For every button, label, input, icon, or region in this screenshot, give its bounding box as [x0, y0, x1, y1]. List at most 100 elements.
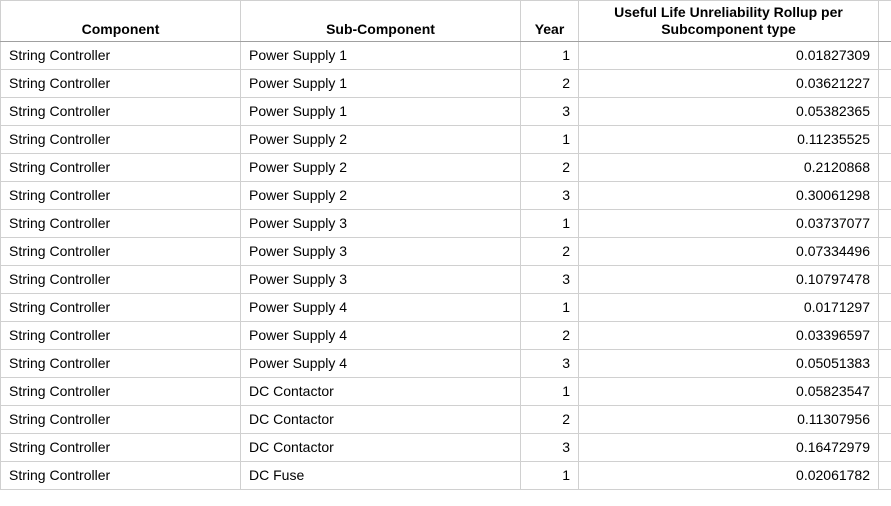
cell-subcomponent: DC Contactor	[241, 405, 521, 433]
table-row: String ControllerPower Supply 130.053823…	[1, 97, 891, 125]
cell-year: 3	[521, 265, 579, 293]
cell-extra	[879, 405, 891, 433]
cell-value: 0.01827309	[579, 41, 879, 69]
table-row: String ControllerDC Fuse10.02061782	[1, 461, 891, 489]
cell-year: 2	[521, 69, 579, 97]
table-row: String ControllerDC Contactor30.16472979	[1, 433, 891, 461]
cell-year: 2	[521, 321, 579, 349]
cell-year: 1	[521, 209, 579, 237]
cell-component: String Controller	[1, 237, 241, 265]
table-row: String ControllerPower Supply 110.018273…	[1, 41, 891, 69]
table-row: String ControllerPower Supply 410.017129…	[1, 293, 891, 321]
cell-value: 0.30061298	[579, 181, 879, 209]
cell-extra	[879, 237, 891, 265]
cell-year: 2	[521, 405, 579, 433]
cell-extra	[879, 209, 891, 237]
cell-component: String Controller	[1, 433, 241, 461]
header-value: Useful Life Unreliability Rollup per Sub…	[579, 1, 879, 42]
cell-year: 3	[521, 349, 579, 377]
cell-value: 0.03621227	[579, 69, 879, 97]
cell-value: 0.05823547	[579, 377, 879, 405]
cell-subcomponent: Power Supply 2	[241, 153, 521, 181]
cell-value: 0.10797478	[579, 265, 879, 293]
table-row: String ControllerPower Supply 430.050513…	[1, 349, 891, 377]
header-subcomponent: Sub-Component	[241, 1, 521, 42]
table-row: String ControllerPower Supply 230.300612…	[1, 181, 891, 209]
cell-extra	[879, 265, 891, 293]
cell-extra	[879, 69, 891, 97]
cell-component: String Controller	[1, 405, 241, 433]
cell-subcomponent: Power Supply 1	[241, 41, 521, 69]
cell-subcomponent: Power Supply 3	[241, 209, 521, 237]
cell-extra	[879, 125, 891, 153]
cell-year: 3	[521, 181, 579, 209]
header-component: Component	[1, 1, 241, 42]
table-row: String ControllerPower Supply 420.033965…	[1, 321, 891, 349]
cell-subcomponent: Power Supply 3	[241, 237, 521, 265]
cell-extra	[879, 293, 891, 321]
cell-value: 0.03396597	[579, 321, 879, 349]
cell-year: 3	[521, 97, 579, 125]
cell-value: 0.03737077	[579, 209, 879, 237]
cell-component: String Controller	[1, 69, 241, 97]
table-header-row: Component Sub-Component Year Useful Life…	[1, 1, 891, 42]
cell-year: 1	[521, 377, 579, 405]
cell-extra	[879, 97, 891, 125]
cell-value: 0.02061782	[579, 461, 879, 489]
cell-value: 0.11307956	[579, 405, 879, 433]
cell-subcomponent: Power Supply 2	[241, 181, 521, 209]
cell-component: String Controller	[1, 209, 241, 237]
table-row: String ControllerDC Contactor10.05823547	[1, 377, 891, 405]
reliability-table: Component Sub-Component Year Useful Life…	[0, 0, 891, 490]
cell-subcomponent: Power Supply 1	[241, 69, 521, 97]
cell-year: 1	[521, 293, 579, 321]
table-row: String ControllerPower Supply 220.212086…	[1, 153, 891, 181]
cell-extra	[879, 433, 891, 461]
cell-year: 2	[521, 237, 579, 265]
cell-component: String Controller	[1, 349, 241, 377]
table-row: String ControllerPower Supply 310.037370…	[1, 209, 891, 237]
cell-subcomponent: DC Contactor	[241, 433, 521, 461]
cell-component: String Controller	[1, 265, 241, 293]
cell-year: 3	[521, 433, 579, 461]
cell-subcomponent: Power Supply 1	[241, 97, 521, 125]
cell-subcomponent: Power Supply 2	[241, 125, 521, 153]
table-row: String ControllerPower Supply 320.073344…	[1, 237, 891, 265]
cell-value: 0.11235525	[579, 125, 879, 153]
header-year: Year	[521, 1, 579, 42]
cell-value: 0.05051383	[579, 349, 879, 377]
cell-component: String Controller	[1, 181, 241, 209]
cell-value: 0.0171297	[579, 293, 879, 321]
cell-extra	[879, 181, 891, 209]
table-row: String ControllerPower Supply 120.036212…	[1, 69, 891, 97]
cell-year: 1	[521, 125, 579, 153]
cell-extra	[879, 349, 891, 377]
cell-extra	[879, 377, 891, 405]
cell-subcomponent: DC Fuse	[241, 461, 521, 489]
table-row: String ControllerPower Supply 330.107974…	[1, 265, 891, 293]
cell-subcomponent: Power Supply 4	[241, 321, 521, 349]
cell-component: String Controller	[1, 41, 241, 69]
cell-extra	[879, 461, 891, 489]
cell-component: String Controller	[1, 97, 241, 125]
cell-value: 0.05382365	[579, 97, 879, 125]
table-row: String ControllerPower Supply 210.112355…	[1, 125, 891, 153]
cell-component: String Controller	[1, 377, 241, 405]
cell-value: 0.07334496	[579, 237, 879, 265]
cell-subcomponent: Power Supply 4	[241, 349, 521, 377]
cell-extra	[879, 321, 891, 349]
cell-component: String Controller	[1, 293, 241, 321]
cell-component: String Controller	[1, 321, 241, 349]
cell-value: 0.2120868	[579, 153, 879, 181]
cell-subcomponent: Power Supply 3	[241, 265, 521, 293]
cell-component: String Controller	[1, 461, 241, 489]
cell-subcomponent: DC Contactor	[241, 377, 521, 405]
cell-subcomponent: Power Supply 4	[241, 293, 521, 321]
cell-component: String Controller	[1, 153, 241, 181]
table-row: String ControllerDC Contactor20.11307956	[1, 405, 891, 433]
cell-extra	[879, 153, 891, 181]
cell-value: 0.16472979	[579, 433, 879, 461]
header-extra	[879, 1, 891, 42]
cell-year: 2	[521, 153, 579, 181]
cell-year: 1	[521, 461, 579, 489]
